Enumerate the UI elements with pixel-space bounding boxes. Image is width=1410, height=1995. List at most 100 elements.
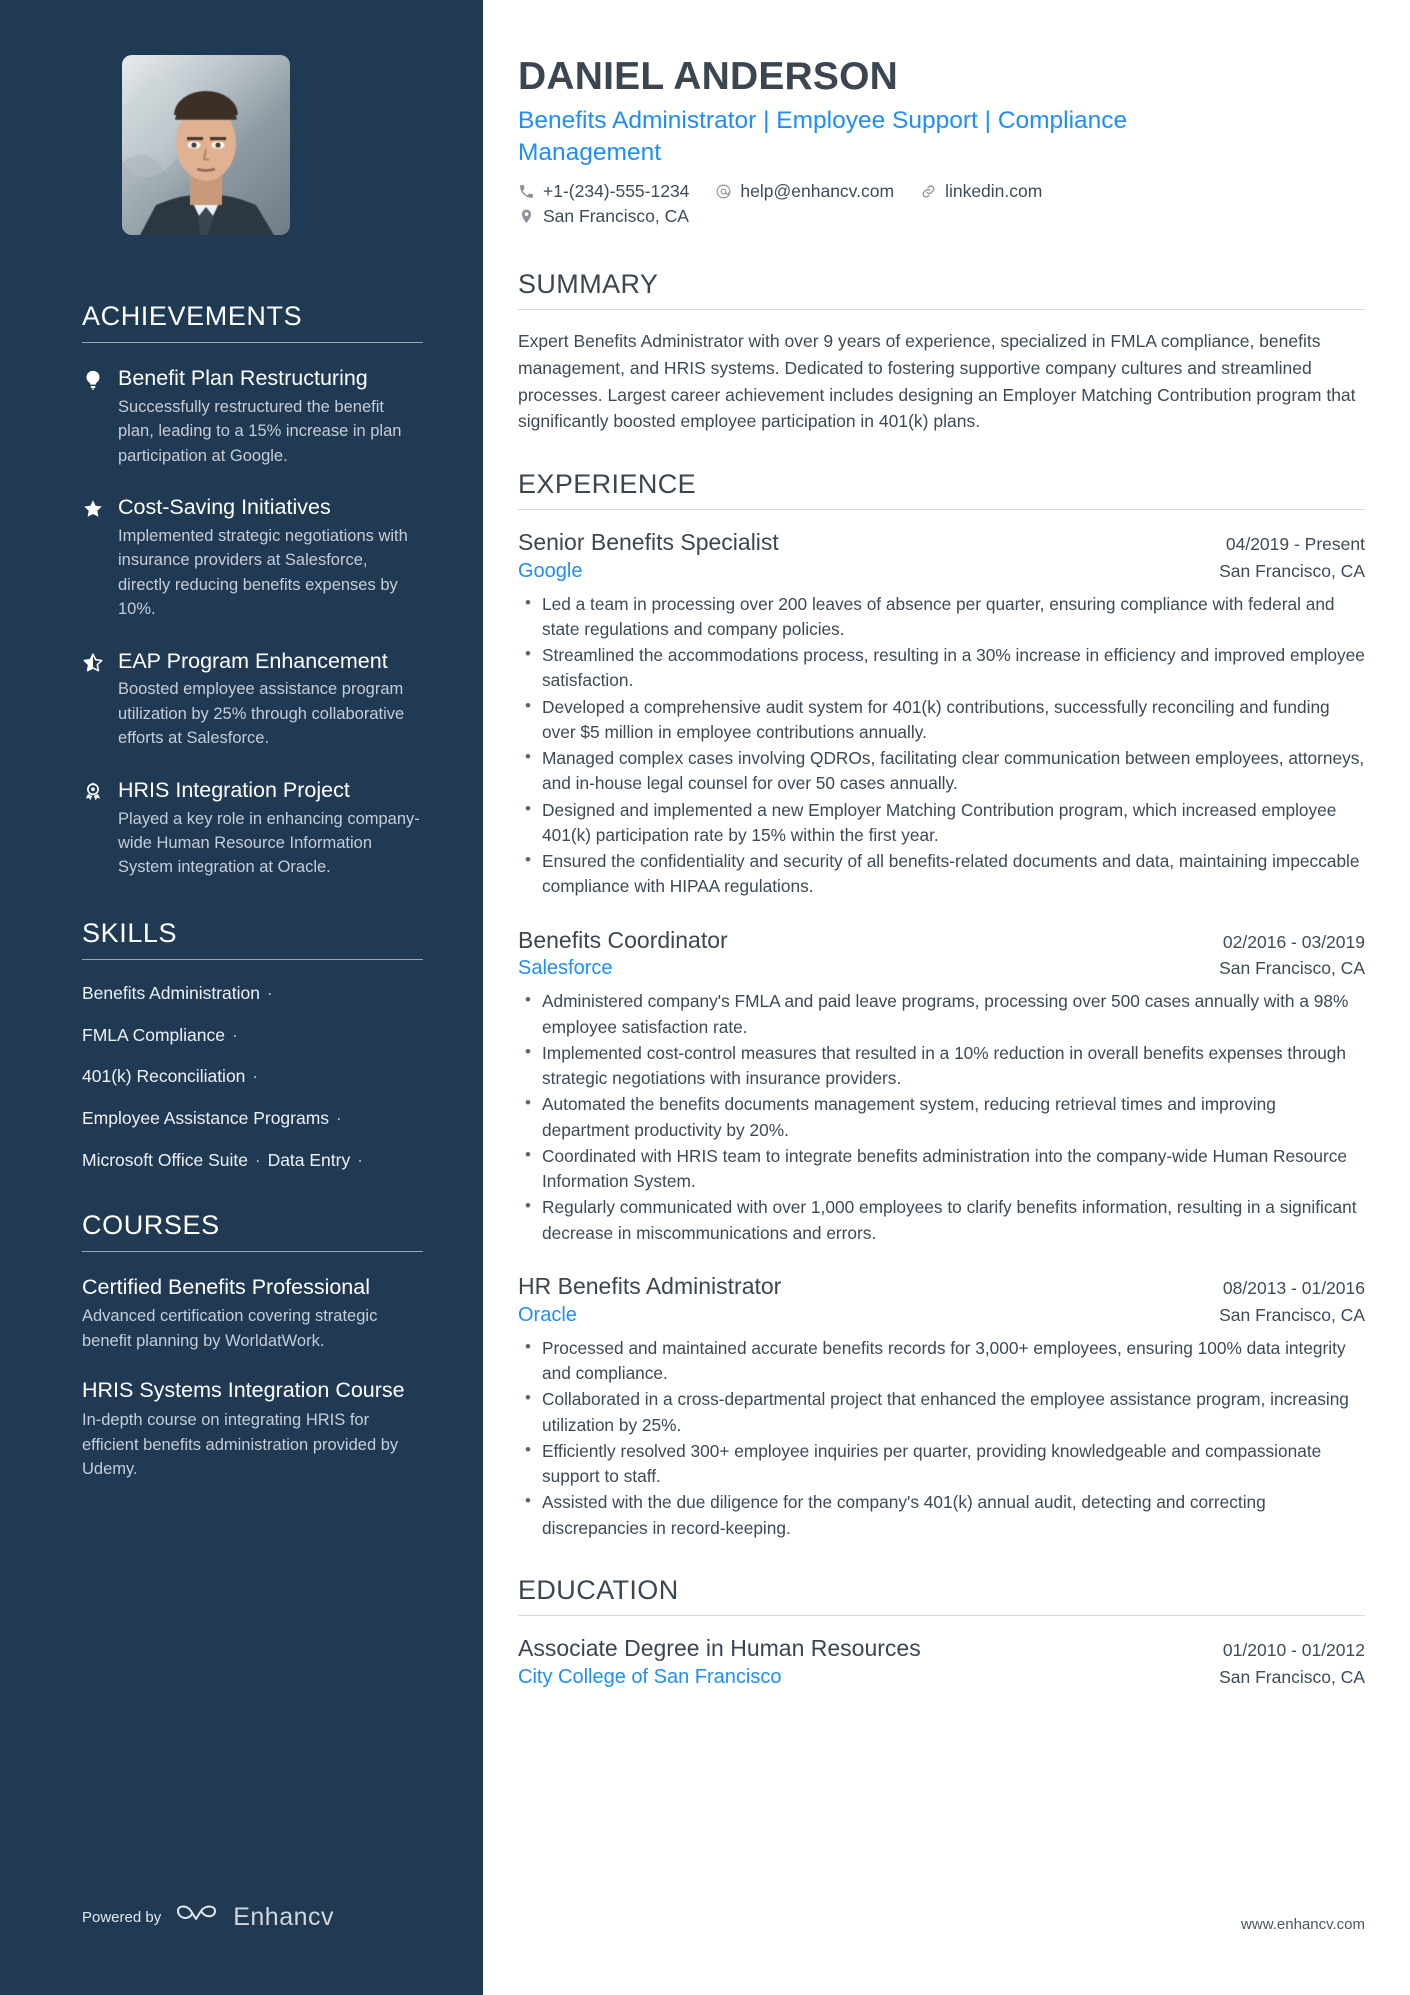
achievement-item: Cost-Saving Initiatives Implemented strat… [82, 494, 423, 622]
skill-row: FMLA Compliance · [82, 1024, 423, 1047]
course-title: HRIS Systems Integration Course [82, 1378, 405, 1403]
skill-separator: · [352, 1149, 363, 1170]
job-bullets: Led a team in processing over 200 leaves… [518, 591, 1365, 900]
skill-label: Data Entry [267, 1149, 351, 1170]
skill-separator: · [262, 982, 273, 1003]
powered-by-label: Powered by [82, 1909, 162, 1926]
sidebar: ACHIEVEMENTS Benefit Plan Restructuring S… [0, 0, 483, 1995]
award-medal-icon [82, 777, 112, 880]
achievement-item: EAP Program Enhancement Boosted employee … [82, 648, 423, 751]
job-bullet: Implemented cost-control measures that r… [518, 1040, 1365, 1092]
course-item: Certified Benefits Professional Advanced … [82, 1274, 423, 1354]
contact-email[interactable]: help@enhancv.com [715, 181, 894, 202]
experience-item: HR Benefits Administrator 08/2013 - 01/20… [518, 1272, 1365, 1541]
divider [82, 342, 423, 343]
achievement-description: Played a key role in enhancing company-w… [118, 809, 420, 877]
achievement-body: Cost-Saving Initiatives Implemented strat… [112, 494, 423, 622]
divider [82, 958, 423, 960]
achievement-description: Successfully restructured the benefit pl… [118, 397, 402, 465]
achievement-description: Boosted employee assistance program util… [118, 680, 405, 748]
email-text: help@enhancv.com [740, 181, 895, 202]
skills-section: SKILLS Benefits Administration · FMLA Co… [82, 918, 423, 1172]
divider [518, 1614, 1365, 1616]
star-filled-icon [82, 494, 112, 622]
profile-photo [122, 55, 290, 235]
job-bullet: Assisted with the due diligence for the … [518, 1489, 1365, 1541]
job-title: Senior Benefits Specialist [518, 528, 779, 555]
contact-linkedin[interactable]: linkedin.com [920, 181, 1042, 202]
contact-phone[interactable]: +1-(234)-555-1234 [518, 181, 689, 202]
skill-label: Microsoft Office Suite [82, 1149, 248, 1170]
job-company[interactable]: Google [518, 558, 583, 585]
page-title: DANIEL ANDERSON [518, 55, 899, 98]
degree-title: Associate Degree in Human Resources [518, 1634, 921, 1661]
experience-section: EXPERIENCE Senior Benefits Specialist 04/… [518, 469, 1365, 1541]
achievements-section: ACHIEVEMENTS Benefit Plan Restructuring S… [82, 301, 423, 880]
resume-page: ACHIEVEMENTS Benefit Plan Restructuring S… [0, 0, 1410, 1995]
job-bullet: Processed and maintained accurate benefi… [518, 1335, 1365, 1387]
achievement-title: HRIS Integration Project [118, 777, 350, 802]
skill-row: Benefits Administration · [82, 982, 423, 1005]
contact-block: +1-(234)-555-1234 help@enhancv.com linke… [518, 181, 1365, 227]
job-bullets: Administered company's FMLA and paid lea… [518, 988, 1365, 1246]
courses-list: Certified Benefits Professional Advanced … [82, 1274, 423, 1482]
achievement-item: Benefit Plan Restructuring Successfully r… [82, 365, 423, 468]
skills-list: Benefits Administration · FMLA Complianc… [82, 982, 423, 1172]
enhancv-logo-icon [175, 1902, 219, 1933]
divider [518, 309, 1365, 311]
course-item: HRIS Systems Integration Course In-depth … [82, 1377, 423, 1481]
phone-text: +1-(234)-555-1234 [543, 181, 690, 202]
job-bullets: Processed and maintained accurate benefi… [518, 1335, 1365, 1541]
achievement-title: EAP Program Enhancement [118, 648, 388, 673]
skill-row: Microsoft Office Suite · Data Entry · [82, 1149, 423, 1172]
education-list: Associate Degree in Human Resources 01/20… [518, 1634, 1365, 1691]
contact-line-2: San Francisco, CA [518, 206, 1365, 227]
job-company[interactable]: Salesforce [518, 955, 613, 982]
site-url: www.enhancv.com [1241, 1916, 1365, 1933]
education-section: EDUCATION Associate Degree in Human Reso… [518, 1575, 1365, 1691]
divider [518, 508, 1365, 510]
course-title: Certified Benefits Professional [82, 1274, 371, 1299]
contact-line-1: +1-(234)-555-1234 help@enhancv.com linke… [518, 181, 1365, 202]
skill-separator: · [247, 1066, 259, 1087]
job-bullet: Led a team in processing over 200 leaves… [518, 591, 1365, 643]
job-location: San Francisco, CA [1219, 958, 1365, 979]
summary-section: SUMMARY Expert Benefits Administrator wi… [518, 269, 1365, 434]
skill-row: Employee Assistance Programs · [82, 1107, 423, 1130]
job-bullet: Collaborated in a cross-departmental pro… [518, 1386, 1365, 1438]
experience-list: Senior Benefits Specialist 04/2019 - Pres… [518, 528, 1365, 1541]
achievements-heading: ACHIEVEMENTS [82, 301, 303, 331]
main-content: DANIEL ANDERSON Benefits Administrator |… [483, 0, 1410, 1995]
achievement-body: EAP Program Enhancement Boosted employee … [112, 648, 423, 751]
job-bullet: Automated the benefits documents managem… [518, 1091, 1365, 1143]
job-bullet: Managed complex cases involving QDROs, f… [518, 745, 1365, 797]
at-icon [715, 183, 732, 200]
skill-label: Employee Assistance Programs [82, 1108, 330, 1129]
school-name[interactable]: City College of San Francisco [518, 1664, 781, 1691]
summary-heading: SUMMARY [518, 269, 659, 300]
job-dates: 02/2016 - 03/2019 [1222, 931, 1365, 952]
degree-dates: 01/2010 - 01/2012 [1222, 1639, 1365, 1660]
location-pin-icon [518, 208, 535, 225]
education-heading: EDUCATION [518, 1574, 679, 1605]
achievement-item: HRIS Integration Project Played a key rol… [82, 777, 423, 880]
headline: Benefits Administrator | Employee Suppor… [518, 106, 1128, 166]
summary-text: Expert Benefits Administrator with over … [518, 331, 1356, 432]
experience-company-row: Google San Francisco, CA [518, 558, 1365, 585]
job-title: Benefits Coordinator [518, 926, 728, 953]
job-bullet: Coordinated with HRIS team to integrate … [518, 1143, 1365, 1195]
experience-item: Benefits Coordinator 02/2016 - 03/2019 Sal… [518, 926, 1365, 1246]
job-company[interactable]: Oracle [518, 1302, 577, 1329]
skill-row: 401(k) Reconciliation · [82, 1065, 423, 1088]
contact-location: San Francisco, CA [518, 206, 689, 227]
experience-company-row: Oracle San Francisco, CA [518, 1302, 1365, 1329]
experience-item: Senior Benefits Specialist 04/2019 - Pres… [518, 528, 1365, 900]
school-location: San Francisco, CA [1219, 1666, 1365, 1687]
skills-heading: SKILLS [82, 917, 178, 948]
achievement-title: Cost-Saving Initiatives [118, 495, 331, 520]
job-bullet: Designed and implemented a new Employer … [518, 797, 1365, 849]
experience-title-row: Benefits Coordinator 02/2016 - 03/2019 [518, 926, 1365, 956]
job-bullet: Streamlined the accommodations process, … [518, 642, 1365, 694]
phone-icon [518, 183, 535, 200]
skill-label: Benefits Administration [82, 982, 261, 1003]
